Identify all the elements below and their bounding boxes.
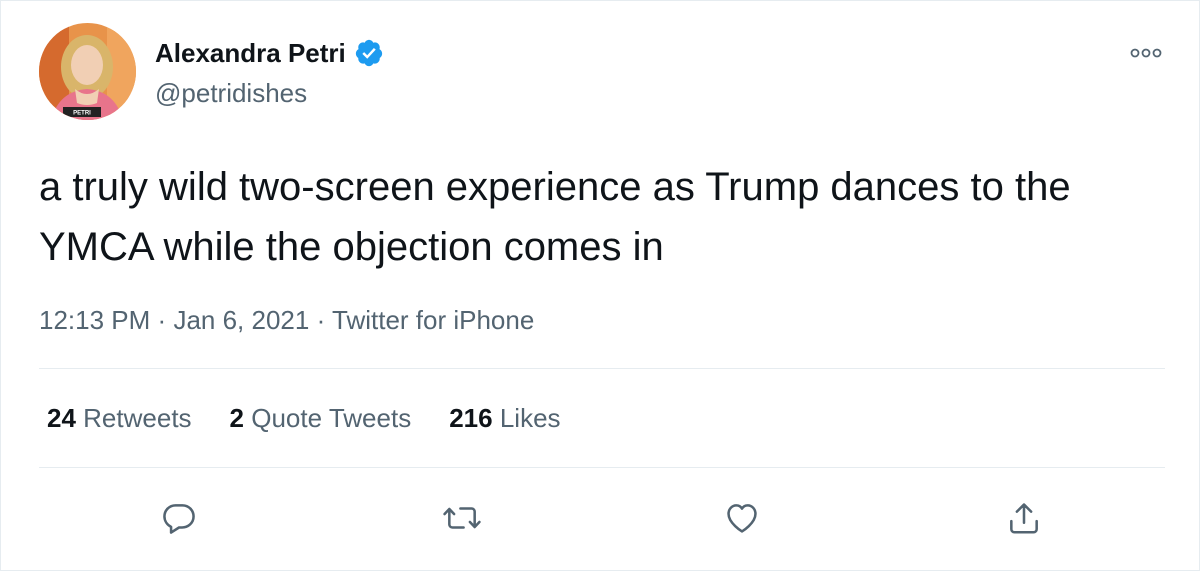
- retweets-stat[interactable]: 24 Retweets: [47, 401, 192, 435]
- like-icon: [727, 504, 757, 533]
- tweet-card: PETRI Alexandra Petri @petridishes a tru…: [0, 0, 1200, 571]
- retweets-count: 24: [47, 403, 76, 433]
- likes-count: 216: [449, 403, 493, 433]
- reply-icon: [163, 504, 195, 534]
- retweet-icon: [443, 507, 481, 529]
- quote-tweets-label: Quote Tweets: [251, 403, 412, 433]
- share-icon: [1010, 503, 1038, 534]
- more-options-button[interactable]: [1129, 43, 1163, 63]
- quote-tweets-count: 2: [229, 403, 245, 433]
- verified-badge-icon: [354, 38, 384, 68]
- like-button[interactable]: [717, 493, 767, 543]
- retweet-button[interactable]: [437, 493, 487, 543]
- likes-stat[interactable]: 216 Likes: [449, 401, 560, 435]
- tweet-actions: [1, 493, 1200, 543]
- reply-button[interactable]: [154, 493, 204, 543]
- author-name[interactable]: Alexandra Petri: [155, 37, 346, 69]
- divider: [39, 467, 1165, 468]
- share-button[interactable]: [999, 493, 1049, 543]
- tweet-source[interactable]: Twitter for iPhone: [332, 305, 534, 335]
- quote-tweets-stat[interactable]: 2 Quote Tweets: [230, 401, 412, 435]
- likes-label: Likes: [499, 403, 561, 433]
- author-name-row[interactable]: Alexandra Petri: [155, 37, 384, 69]
- author-avatar[interactable]: PETRI: [39, 23, 136, 120]
- avatar-image: PETRI: [39, 23, 136, 120]
- divider: [39, 368, 1165, 369]
- tweet-date[interactable]: Jan 6, 2021: [173, 305, 309, 335]
- more-dots-icon: [1130, 48, 1162, 58]
- tweet-stats: 24 Retweets 2 Quote Tweets 216 Likes: [47, 401, 561, 435]
- svg-text:PETRI: PETRI: [73, 111, 91, 117]
- tweet-time[interactable]: 12:13 PM: [39, 305, 150, 335]
- meta-separator: ·: [316, 305, 326, 335]
- author-handle[interactable]: @petridishes: [155, 77, 307, 109]
- tweet-text: a truly wild two-screen experience as Tr…: [39, 165, 1071, 269]
- tweet-metadata: 12:13 PM · Jan 6, 2021 · Twitter for iPh…: [39, 303, 534, 337]
- meta-separator: ·: [157, 305, 167, 335]
- retweets-label: Retweets: [83, 403, 192, 433]
